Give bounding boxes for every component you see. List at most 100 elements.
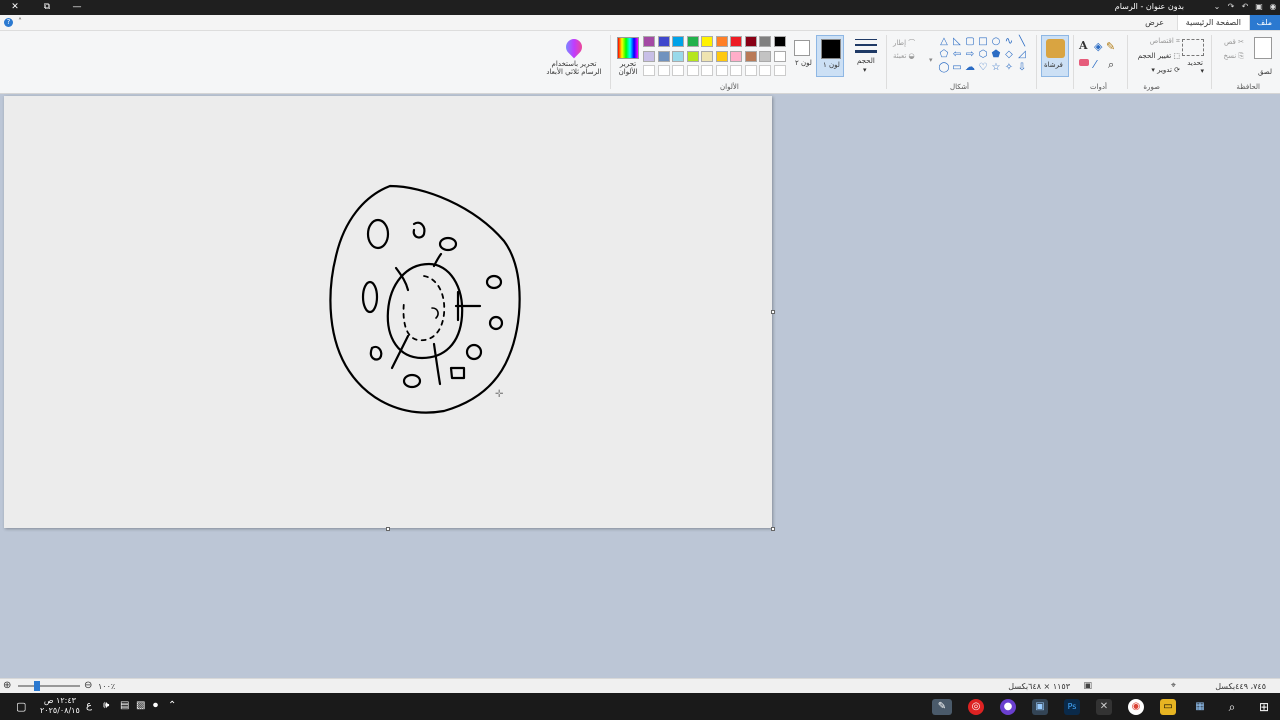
save-icon[interactable]: ▣ <box>1254 2 1264 12</box>
fill-icon[interactable]: ◈ <box>1094 40 1102 53</box>
pencil-icon[interactable]: ✎ <box>1106 40 1115 53</box>
color-swatch[interactable] <box>657 36 670 47</box>
edit-colors-button[interactable]: تحرير الألوان <box>616 60 640 76</box>
line-shape-icon[interactable]: ╲ <box>1016 36 1028 48</box>
fill-button[interactable]: ◒ تعبئة <box>893 52 915 60</box>
oval-shape-icon[interactable]: ○ <box>990 36 1002 48</box>
color-swatch[interactable] <box>672 36 684 47</box>
clock[interactable]: ١٢:٤٣ ص ٢٠٢٥/٠٨/١٥ <box>40 696 80 716</box>
color-swatch[interactable] <box>744 65 757 76</box>
heart-shape-icon[interactable]: ♡ <box>977 62 989 74</box>
eraser-icon[interactable] <box>1079 59 1089 66</box>
color-swatch[interactable] <box>773 36 786 47</box>
paint-taskbar-icon[interactable]: ✎ <box>932 699 952 715</box>
color-swatch[interactable] <box>759 65 771 76</box>
color-swatch[interactable] <box>715 36 728 47</box>
zoom-slider-thumb[interactable] <box>33 681 40 691</box>
app-purple-icon[interactable]: ● <box>1000 699 1016 715</box>
color-swatch[interactable] <box>657 50 670 62</box>
arrow-left-shape-icon[interactable]: ⇦ <box>951 49 963 61</box>
polygon-shape-icon[interactable]: ⬟ <box>990 49 1002 61</box>
resize-button[interactable]: ⬚ تغيير الحجم <box>1138 52 1180 60</box>
star-four-shape-icon[interactable]: ✧ <box>1003 62 1015 74</box>
color-swatch[interactable] <box>773 65 786 76</box>
resize-handle-corner[interactable] <box>771 527 775 531</box>
color-swatch[interactable] <box>686 65 699 76</box>
color-swatch[interactable] <box>701 50 713 62</box>
callout-cloud-shape-icon[interactable]: ☁ <box>964 62 976 74</box>
microphone-icon[interactable]: ⏺ <box>153 700 158 711</box>
text-icon[interactable]: A <box>1079 39 1088 52</box>
color-swatch[interactable] <box>686 50 699 62</box>
brushes-button[interactable]: فرشاة <box>1041 35 1069 77</box>
drawing-canvas[interactable]: ✛ <box>4 96 775 531</box>
tab-view[interactable]: عرض <box>1137 15 1172 30</box>
color-swatch[interactable] <box>643 65 655 76</box>
color-swatch[interactable] <box>643 36 655 47</box>
tab-home[interactable]: الصفحة الرئيسية <box>1176 15 1250 30</box>
zoom-slider[interactable] <box>18 681 80 691</box>
diamond-shape-icon[interactable]: ◇ <box>1003 49 1015 61</box>
magnifier-icon[interactable]: ⌕ <box>1108 58 1114 72</box>
color-swatch[interactable] <box>701 36 713 47</box>
resize-handle-bottom[interactable] <box>386 527 390 531</box>
color-swatch[interactable] <box>672 50 684 62</box>
redo-icon[interactable]: ↷ <box>1226 2 1236 12</box>
rotate-button[interactable]: ⟳ تدوير ▾ <box>1151 66 1180 74</box>
start-icon[interactable]: ⊞ <box>1256 699 1272 715</box>
show-hidden-icons[interactable]: ⌃ <box>168 700 176 711</box>
color-swatch[interactable] <box>730 36 742 47</box>
shapes-gallery[interactable]: △ ◺ ▢ □ ○ ∿ ╲ ⬠ ⇦ ⇨ ⬡ ⬟ ◇ ◿ ◯ ▭ ☁ ♡ ☆ ✧ … <box>938 36 1032 78</box>
color-picker-icon[interactable]: ⁄ <box>1094 58 1096 71</box>
app-x-icon[interactable]: ✕ <box>1096 699 1112 715</box>
color-palette[interactable] <box>643 36 790 80</box>
color-swatch[interactable] <box>686 36 699 47</box>
rectangle-shape-icon[interactable]: □ <box>977 36 989 48</box>
task-view-icon[interactable]: ▦ <box>1192 699 1208 715</box>
tab-file[interactable]: ملف <box>1248 15 1280 30</box>
right-triangle-shape-icon[interactable]: ◺ <box>951 36 963 48</box>
search-icon[interactable]: ⌕ <box>1224 699 1240 715</box>
customize-quick-access-icon[interactable]: ⌄ <box>1212 2 1222 12</box>
callout-oval-shape-icon[interactable]: ◯ <box>938 62 950 74</box>
zoom-out-icon[interactable]: ⊖ <box>84 680 92 691</box>
select-button[interactable]: تحديد <box>1187 59 1203 67</box>
arrow-down-shape-icon[interactable]: ⇩ <box>1016 62 1028 74</box>
volume-icon[interactable]: 🕪 <box>103 700 109 711</box>
color-swatch[interactable] <box>730 50 742 62</box>
display-icon[interactable]: ▧ <box>136 700 145 711</box>
minimize-button[interactable]: — <box>62 0 92 15</box>
pentagon-shape-icon[interactable]: ⬠ <box>938 49 950 61</box>
arrow-right-shape-icon[interactable]: ⇨ <box>964 49 976 61</box>
undo-icon[interactable]: ↶ <box>1240 2 1250 12</box>
color-swatch[interactable] <box>643 50 655 62</box>
restore-button[interactable]: ⧉ <box>32 0 62 15</box>
input-language[interactable]: ع <box>86 700 92 711</box>
color-swatch[interactable] <box>759 50 771 62</box>
edit-with-paint3d-button[interactable]: تحرير باستخدام الرسام ثلاثي الأبعاد <box>542 60 606 76</box>
color-swatch[interactable] <box>715 50 728 62</box>
outline-button[interactable]: ⌒ إطار <box>893 38 915 48</box>
select-icon[interactable] <box>1182 39 1204 56</box>
rounded-rectangle-shape-icon[interactable]: ▢ <box>964 36 976 48</box>
color-swatch[interactable] <box>773 50 786 62</box>
color-swatch[interactable] <box>744 36 757 47</box>
file-explorer-icon[interactable]: ▭ <box>1160 699 1176 715</box>
curve-shape-icon[interactable]: ∿ <box>1003 36 1015 48</box>
collapse-ribbon-icon[interactable]: ˄ <box>18 17 22 26</box>
color-swatch[interactable] <box>701 65 713 76</box>
resize-handle-right[interactable] <box>771 310 775 314</box>
cut-button[interactable]: ✂ قص <box>1224 38 1244 46</box>
color-swatch[interactable] <box>744 50 757 62</box>
callout-rect-shape-icon[interactable]: ▭ <box>951 62 963 74</box>
paint3d-icon[interactable] <box>562 35 586 59</box>
notifications-icon[interactable]: ▢ <box>16 700 26 713</box>
photoshop-icon[interactable]: Ps <box>1064 699 1080 715</box>
help-icon[interactable]: ? <box>4 18 13 27</box>
close-button[interactable]: ✕ <box>0 0 30 15</box>
crop-button[interactable]: ⌗ اقتصاص <box>1150 37 1180 46</box>
color-swatch[interactable] <box>715 65 728 76</box>
copy-button[interactable]: ⎘ نسخ <box>1223 52 1244 61</box>
color1-button[interactable]: لون ١ <box>816 35 844 77</box>
color2-button[interactable]: لون ٢ <box>792 37 812 77</box>
